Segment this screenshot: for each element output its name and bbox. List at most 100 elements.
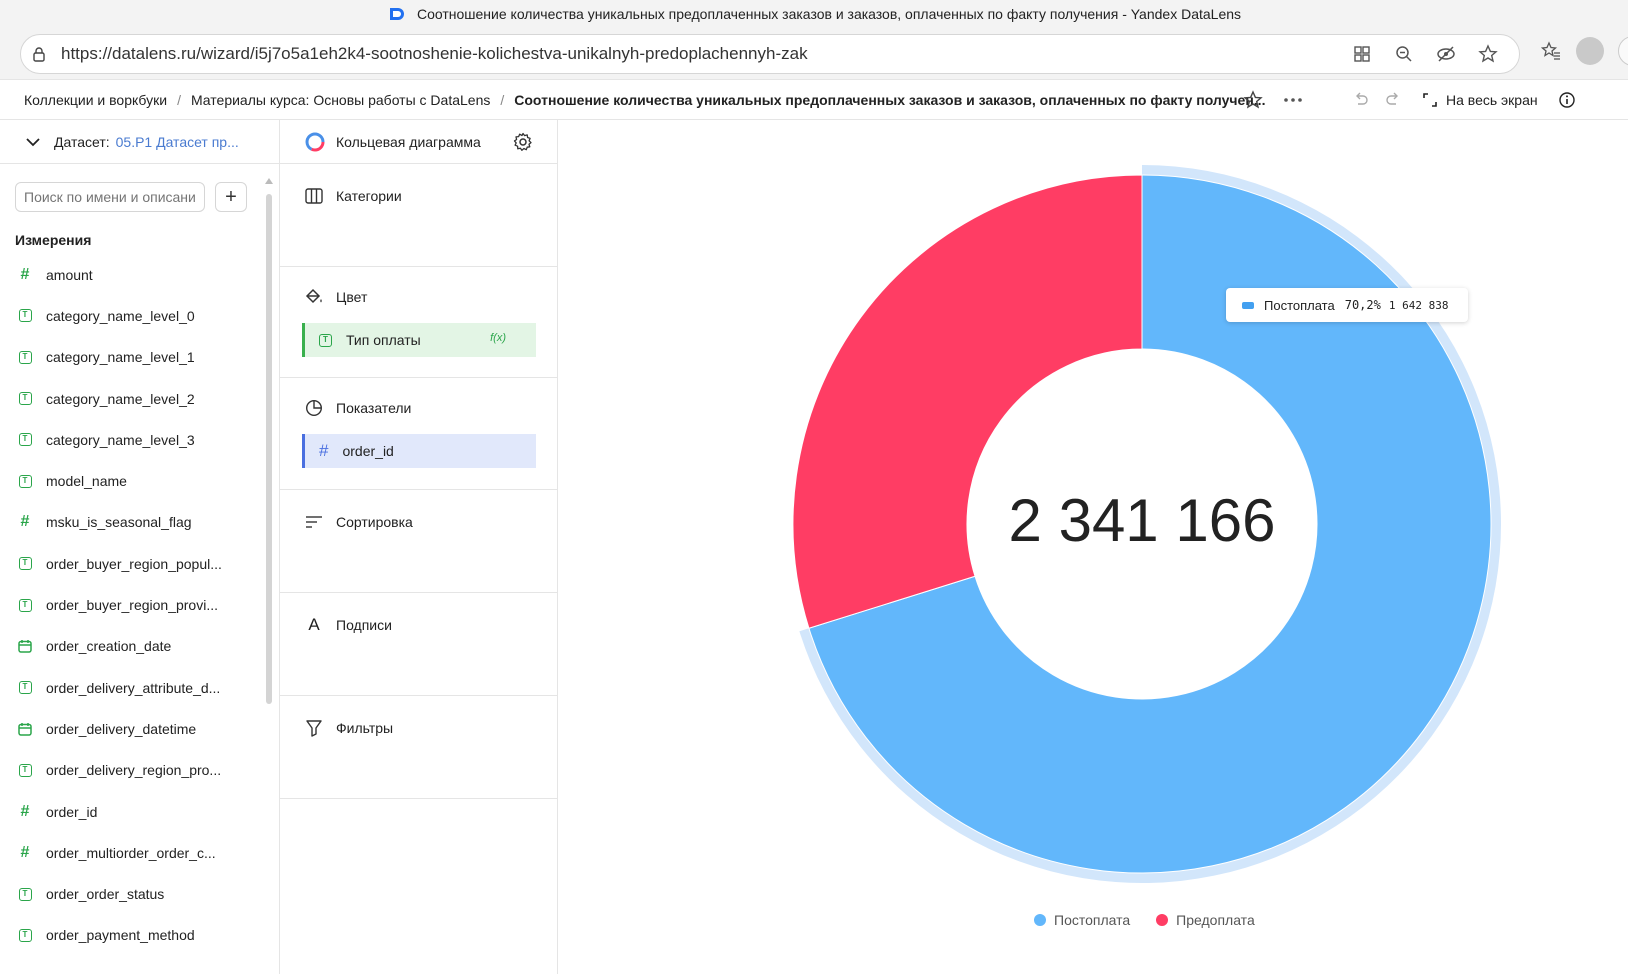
chart-tooltip: Постоплата 70,2% 1 642 838 bbox=[1226, 288, 1468, 322]
filter-icon bbox=[304, 718, 324, 738]
legend-item[interactable]: Предоплата bbox=[1156, 912, 1255, 928]
placeholder-categories[interactable]: Категории bbox=[280, 164, 558, 267]
legend-dot bbox=[1156, 914, 1169, 926]
breadcrumb-item-collections[interactable]: Коллекции и воркбуки bbox=[24, 92, 167, 108]
donut-slice-prepayment[interactable] bbox=[792, 174, 1143, 629]
visualization-selector[interactable]: Кольцевая диаграмма bbox=[280, 120, 557, 164]
donut-chart[interactable]: 2 341 166 bbox=[559, 120, 1628, 910]
field-item[interactable]: # order_id bbox=[0, 791, 262, 832]
placeholder-color[interactable]: Цвет T Тип оплаты f(x) bbox=[280, 267, 558, 378]
dimensions-section-title: Измерения bbox=[15, 232, 92, 248]
info-icon[interactable] bbox=[1556, 89, 1578, 111]
browser-right-controls bbox=[1540, 36, 1628, 66]
field-item[interactable]: Torder_delivery_region_pro... bbox=[0, 750, 262, 791]
pie-measure-icon bbox=[304, 398, 324, 418]
text-type-icon: T bbox=[17, 349, 33, 365]
breadcrumb: Коллекции и воркбуки / Материалы курса: … bbox=[24, 92, 1265, 108]
placeholder-measures[interactable]: Показатели # order_id bbox=[280, 378, 558, 490]
text-type-icon: T bbox=[319, 333, 332, 347]
field-name: category_name_level_0 bbox=[46, 307, 195, 324]
legend-dot bbox=[1034, 914, 1046, 926]
number-type-icon: # bbox=[20, 802, 30, 820]
placeholder-measures-title: Показатели bbox=[304, 398, 411, 418]
measure-field-chip[interactable]: # order_id bbox=[302, 434, 536, 468]
field-search-row: + bbox=[15, 182, 247, 212]
favorites-list-icon[interactable] bbox=[1540, 40, 1562, 62]
dataset-header[interactable]: Датасет: 05.P1 Датасет пр... bbox=[0, 120, 279, 164]
placeholder-filters[interactable]: Фильтры bbox=[280, 696, 558, 799]
calendar-icon bbox=[17, 638, 33, 654]
placeholder-label: Показатели bbox=[336, 400, 412, 416]
placeholder-label: Сортировка bbox=[336, 514, 413, 530]
visualization-name: Кольцевая диаграмма bbox=[336, 133, 481, 150]
more-actions-icon[interactable] bbox=[1282, 89, 1304, 111]
field-name: order_payment_method bbox=[46, 927, 195, 944]
placeholder-filters-title: Фильтры bbox=[304, 718, 393, 738]
address-row: https://datalens.ru/wizard/i5j7o5a1eh2k4… bbox=[0, 28, 1628, 80]
field-name: category_name_level_3 bbox=[46, 431, 195, 448]
placeholder-labels[interactable]: A Подписи bbox=[280, 593, 558, 696]
fullscreen-button[interactable]: На весь экран bbox=[1422, 92, 1538, 108]
url-text[interactable]: https://datalens.ru/wizard/i5j7o5a1eh2k4… bbox=[61, 44, 808, 64]
field-name: order_delivery_datetime bbox=[46, 720, 197, 737]
scroll-up-arrow[interactable] bbox=[265, 178, 273, 184]
tracking-prevention-icon[interactable] bbox=[1435, 43, 1457, 65]
field-list: # amount Tcategory_name_level_0 Tcategory_n… bbox=[0, 254, 262, 956]
scroll-thumb[interactable] bbox=[266, 194, 272, 704]
text-type-icon: T bbox=[17, 597, 33, 613]
number-type-icon: # bbox=[319, 441, 329, 460]
field-name: order_buyer_region_provi... bbox=[46, 597, 218, 614]
field-item[interactable]: Tcategory_name_level_0 bbox=[0, 295, 262, 336]
url-bar[interactable]: https://datalens.ru/wizard/i5j7o5a1eh2k4… bbox=[20, 34, 1520, 74]
field-item[interactable]: # order_multiorder_order_c... bbox=[0, 832, 262, 873]
formula-badge-icon: f(x) bbox=[490, 332, 506, 344]
browser-copilot-icon[interactable] bbox=[1618, 36, 1628, 66]
breadcrumb-item-workbook[interactable]: Материалы курса: Основы работы с DataLen… bbox=[191, 92, 490, 108]
field-item[interactable]: Tcategory_name_level_1 bbox=[0, 337, 262, 378]
field-item[interactable]: Torder_buyer_region_popul... bbox=[0, 543, 262, 584]
field-item[interactable]: Tmodel_name bbox=[0, 460, 262, 501]
expand-icon bbox=[1423, 93, 1437, 107]
placeholder-labels-title: A Подписи bbox=[304, 615, 392, 635]
field-item[interactable]: Torder_payment_method bbox=[0, 915, 262, 956]
text-type-icon: T bbox=[17, 762, 33, 778]
field-name: order_id bbox=[46, 803, 98, 820]
profile-avatar[interactable] bbox=[1576, 37, 1604, 65]
field-item[interactable]: Torder_order_status bbox=[0, 873, 262, 914]
field-item[interactable]: Tcategory_name_level_2 bbox=[0, 378, 262, 419]
field-item[interactable]: # amount bbox=[0, 254, 262, 295]
extensions-icon[interactable] bbox=[1351, 43, 1373, 65]
field-name: amount bbox=[46, 266, 93, 283]
placeholder-sort-title: Сортировка bbox=[304, 512, 413, 532]
field-item[interactable]: Torder_buyer_region_provi... bbox=[0, 584, 262, 625]
zoom-out-icon[interactable] bbox=[1393, 43, 1415, 65]
legend-label: Предоплата bbox=[1176, 912, 1255, 928]
url-icons bbox=[1351, 43, 1499, 65]
legend-item[interactable]: Постоплата bbox=[1034, 912, 1130, 928]
placeholder-sort[interactable]: Сортировка bbox=[280, 490, 558, 593]
chart-area: 2 341 166 bbox=[559, 120, 1628, 974]
field-item[interactable]: order_creation_date bbox=[0, 626, 262, 667]
add-field-button[interactable]: + bbox=[215, 182, 247, 212]
field-item[interactable]: # msku_is_seasonal_flag bbox=[0, 502, 262, 543]
star-icon[interactable] bbox=[1242, 89, 1264, 111]
gear-icon[interactable] bbox=[513, 132, 533, 152]
placeholder-label: Подписи bbox=[336, 617, 392, 633]
redo-icon[interactable] bbox=[1382, 89, 1404, 111]
undo-icon[interactable] bbox=[1350, 89, 1372, 111]
field-search-input[interactable] bbox=[15, 182, 205, 212]
dataset-name-link[interactable]: 05.P1 Датасет пр... bbox=[116, 134, 239, 150]
field-item[interactable]: order_delivery_datetime bbox=[0, 708, 262, 749]
text-type-icon: T bbox=[17, 473, 33, 489]
placeholder-label: Категории bbox=[336, 188, 402, 204]
lock-icon[interactable] bbox=[31, 46, 47, 62]
sort-icon bbox=[304, 512, 324, 532]
field-list-scrollbar[interactable] bbox=[265, 178, 273, 708]
field-item[interactable]: Torder_delivery_attribute_d... bbox=[0, 667, 262, 708]
favorite-star-icon[interactable] bbox=[1477, 43, 1499, 65]
color-field-chip[interactable]: T Тип оплаты f(x) bbox=[302, 323, 536, 357]
yandex-browser-logo-icon bbox=[389, 8, 404, 20]
text-type-icon: T bbox=[17, 308, 33, 324]
chevron-down-icon[interactable] bbox=[26, 137, 40, 147]
field-item[interactable]: Tcategory_name_level_3 bbox=[0, 419, 262, 460]
